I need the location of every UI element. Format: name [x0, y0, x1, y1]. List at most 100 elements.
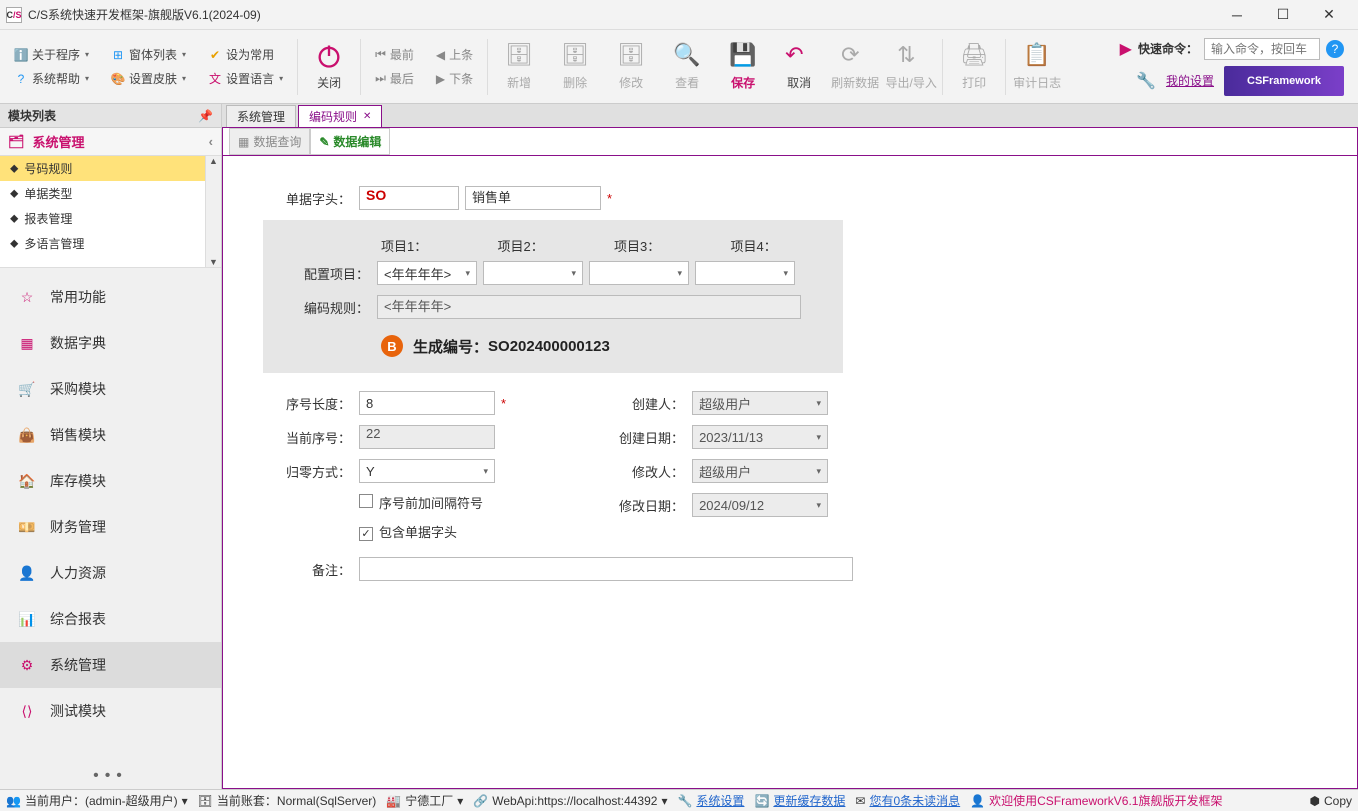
len-label: 序号长度： [263, 394, 359, 413]
seg1-select[interactable]: <年年年年>▾ [377, 261, 477, 285]
print-icon: 🖨 [960, 42, 988, 70]
remark-input[interactable] [359, 557, 853, 581]
tree-scrollbar[interactable]: ▲▼ [205, 156, 221, 267]
dict-icon: ▦ [14, 330, 40, 356]
refresh-icon: ⟳ [841, 42, 869, 70]
my-settings-link[interactable]: 我的设置 [1166, 72, 1214, 89]
seg1-label: 项目1： [381, 236, 476, 255]
seg2-label: 项目2： [498, 236, 593, 255]
sidebar: 模块列表📌 🗂系统管理 ‹ ⬥号码规则 ⬥单据类型 ⬥报表管理 ⬥多语言管理 ▲… [0, 104, 222, 789]
minimize-button[interactable]: ─ [1214, 0, 1260, 30]
close-button[interactable]: 关闭 [302, 34, 356, 100]
syshelp-link[interactable]: ?系统帮助▾ [12, 68, 91, 90]
remark-label: 备注： [263, 560, 359, 579]
person-icon: 👤 [14, 560, 40, 586]
nav-inventory[interactable]: 🏠库存模块 [0, 458, 221, 504]
prev-button[interactable]: ◀上条 [434, 44, 475, 66]
delete-button: 🗄删除 [548, 34, 602, 100]
chevron-left-icon: ‹ [209, 134, 213, 149]
prefix-name-input[interactable]: 销售单 [465, 186, 601, 210]
tab-edit[interactable]: ✎数据编辑 [310, 128, 390, 154]
cancel-button[interactable]: ↶取消 [772, 34, 826, 100]
theme-icon: 🎨 [111, 72, 125, 86]
status-msg[interactable]: ✉您有0条未读消息 [855, 792, 960, 809]
view-button: 🔍查看 [660, 34, 714, 100]
cb-separator[interactable]: 序号前加间隔符号 [359, 493, 483, 512]
cdate-field: 2023/11/13▾ [692, 425, 828, 449]
db-add-icon: 🗄 [505, 42, 533, 70]
tab-sysmgmt[interactable]: 系统管理 [226, 105, 296, 127]
chart-icon: 📊 [14, 606, 40, 632]
nav-favorites[interactable]: ☆常用功能 [0, 274, 221, 320]
tab-coderule[interactable]: 编码规则✕ [298, 105, 382, 127]
status-api[interactable]: 🔗WebApi:https://localhost:44392▾ [473, 794, 667, 808]
wrench-icon: 🔧 [1136, 71, 1156, 91]
factory-icon: 🏭 [386, 794, 401, 808]
about-link[interactable]: ℹ️关于程序▾ [12, 44, 91, 66]
seg4-select[interactable]: ▾ [695, 261, 795, 285]
nav-test[interactable]: ⟨⟩测试模块 [0, 688, 221, 734]
moduser-field: 超级用户▾ [692, 459, 828, 483]
tree-item-lang[interactable]: ⬥多语言管理 [0, 231, 205, 256]
len-input[interactable] [359, 391, 495, 415]
rule-display: <年年年年> [377, 295, 801, 319]
formlist-link[interactable]: ⊞窗体列表▾ [109, 44, 188, 66]
cur-display: 22 [359, 425, 495, 449]
lang-link[interactable]: 文设置语言▾ [206, 68, 285, 90]
star-icon: ✔ [208, 48, 222, 62]
status-cache[interactable]: 🔄更新缓存数据 [754, 792, 845, 809]
status-settings[interactable]: 🔧系统设置 [677, 792, 744, 809]
search-doc-icon: 🔍 [673, 42, 701, 70]
badge-b-icon: B [381, 335, 403, 357]
status-user[interactable]: 👥当前用户：(admin-超级用户)▾ [6, 792, 188, 809]
moduser-label: 修改人： [596, 462, 692, 481]
sidebar-section[interactable]: 🗂系统管理 ‹ [0, 128, 221, 156]
status-copy[interactable]: ⬢Copy [1310, 794, 1353, 808]
tree-item-doctype[interactable]: ⬥单据类型 [0, 181, 205, 206]
mail-icon: ✉ [855, 794, 865, 808]
tree-item-report[interactable]: ⬥报表管理 [0, 206, 205, 231]
tree-item-numrule[interactable]: ⬥号码规则 [0, 156, 205, 181]
tab-query[interactable]: ▦数据查询 [229, 128, 310, 154]
gen-value: SO202400000123 [488, 338, 610, 355]
nav-dict[interactable]: ▦数据字典 [0, 320, 221, 366]
nav-hr[interactable]: 👤人力资源 [0, 550, 221, 596]
cb-include-prefix[interactable]: ✓包含单据字头 [359, 522, 457, 541]
nav-sales[interactable]: 👜销售模块 [0, 412, 221, 458]
impexp-button: ⇅导出/导入 [884, 34, 938, 100]
nav-purchase[interactable]: 🛒采购模块 [0, 366, 221, 412]
pin-icon[interactable]: 📌 [198, 109, 213, 123]
status-factory[interactable]: 🏭宁德工厂▾ [386, 792, 463, 809]
prefix-input[interactable]: SO [359, 186, 459, 210]
skin-link[interactable]: 🎨设置皮肤▾ [109, 68, 188, 90]
quick-help-icon[interactable]: ? [1326, 40, 1344, 58]
db-edit-icon: 🗄 [617, 42, 645, 70]
undo-icon: ↶ [785, 42, 813, 70]
reset-select[interactable]: Y▾ [359, 459, 495, 483]
nav-sysmgmt[interactable]: ⚙系统管理 [0, 642, 221, 688]
nav-report[interactable]: 📊综合报表 [0, 596, 221, 642]
window-title: C/S系统快速开发框架-旗舰版V6.1(2024-09) [28, 6, 1214, 23]
print-button: 🖨打印 [947, 34, 1001, 100]
close-tab-icon[interactable]: ✕ [363, 111, 371, 122]
nav-finance[interactable]: 💴财务管理 [0, 504, 221, 550]
last-button[interactable]: ⏭最后 [373, 68, 416, 90]
log-icon: 📋 [1023, 42, 1051, 70]
next-button[interactable]: ▶下条 [434, 68, 475, 90]
edit-icon: ✎ [319, 135, 329, 149]
promo-banner[interactable]: CSFramework [1224, 66, 1344, 96]
seg2-select[interactable]: ▾ [483, 261, 583, 285]
sethome-link[interactable]: ✔设为常用 [206, 44, 285, 66]
code-icon: ⟨⟩ [14, 698, 40, 724]
quick-command-input[interactable] [1204, 38, 1320, 60]
cdate-label: 创建日期： [596, 428, 692, 447]
close-window-button[interactable]: ✕ [1306, 0, 1352, 30]
required-mark: * [607, 191, 612, 206]
save-button[interactable]: 💾保存 [716, 34, 770, 100]
help-icon: ? [14, 72, 28, 86]
maximize-button[interactable]: ☐ [1260, 0, 1306, 30]
first-button[interactable]: ⏮最前 [373, 44, 416, 66]
seg3-select[interactable]: ▾ [589, 261, 689, 285]
mdate-field: 2024/09/12▾ [692, 493, 828, 517]
nav-overflow[interactable]: ••• [0, 763, 221, 789]
